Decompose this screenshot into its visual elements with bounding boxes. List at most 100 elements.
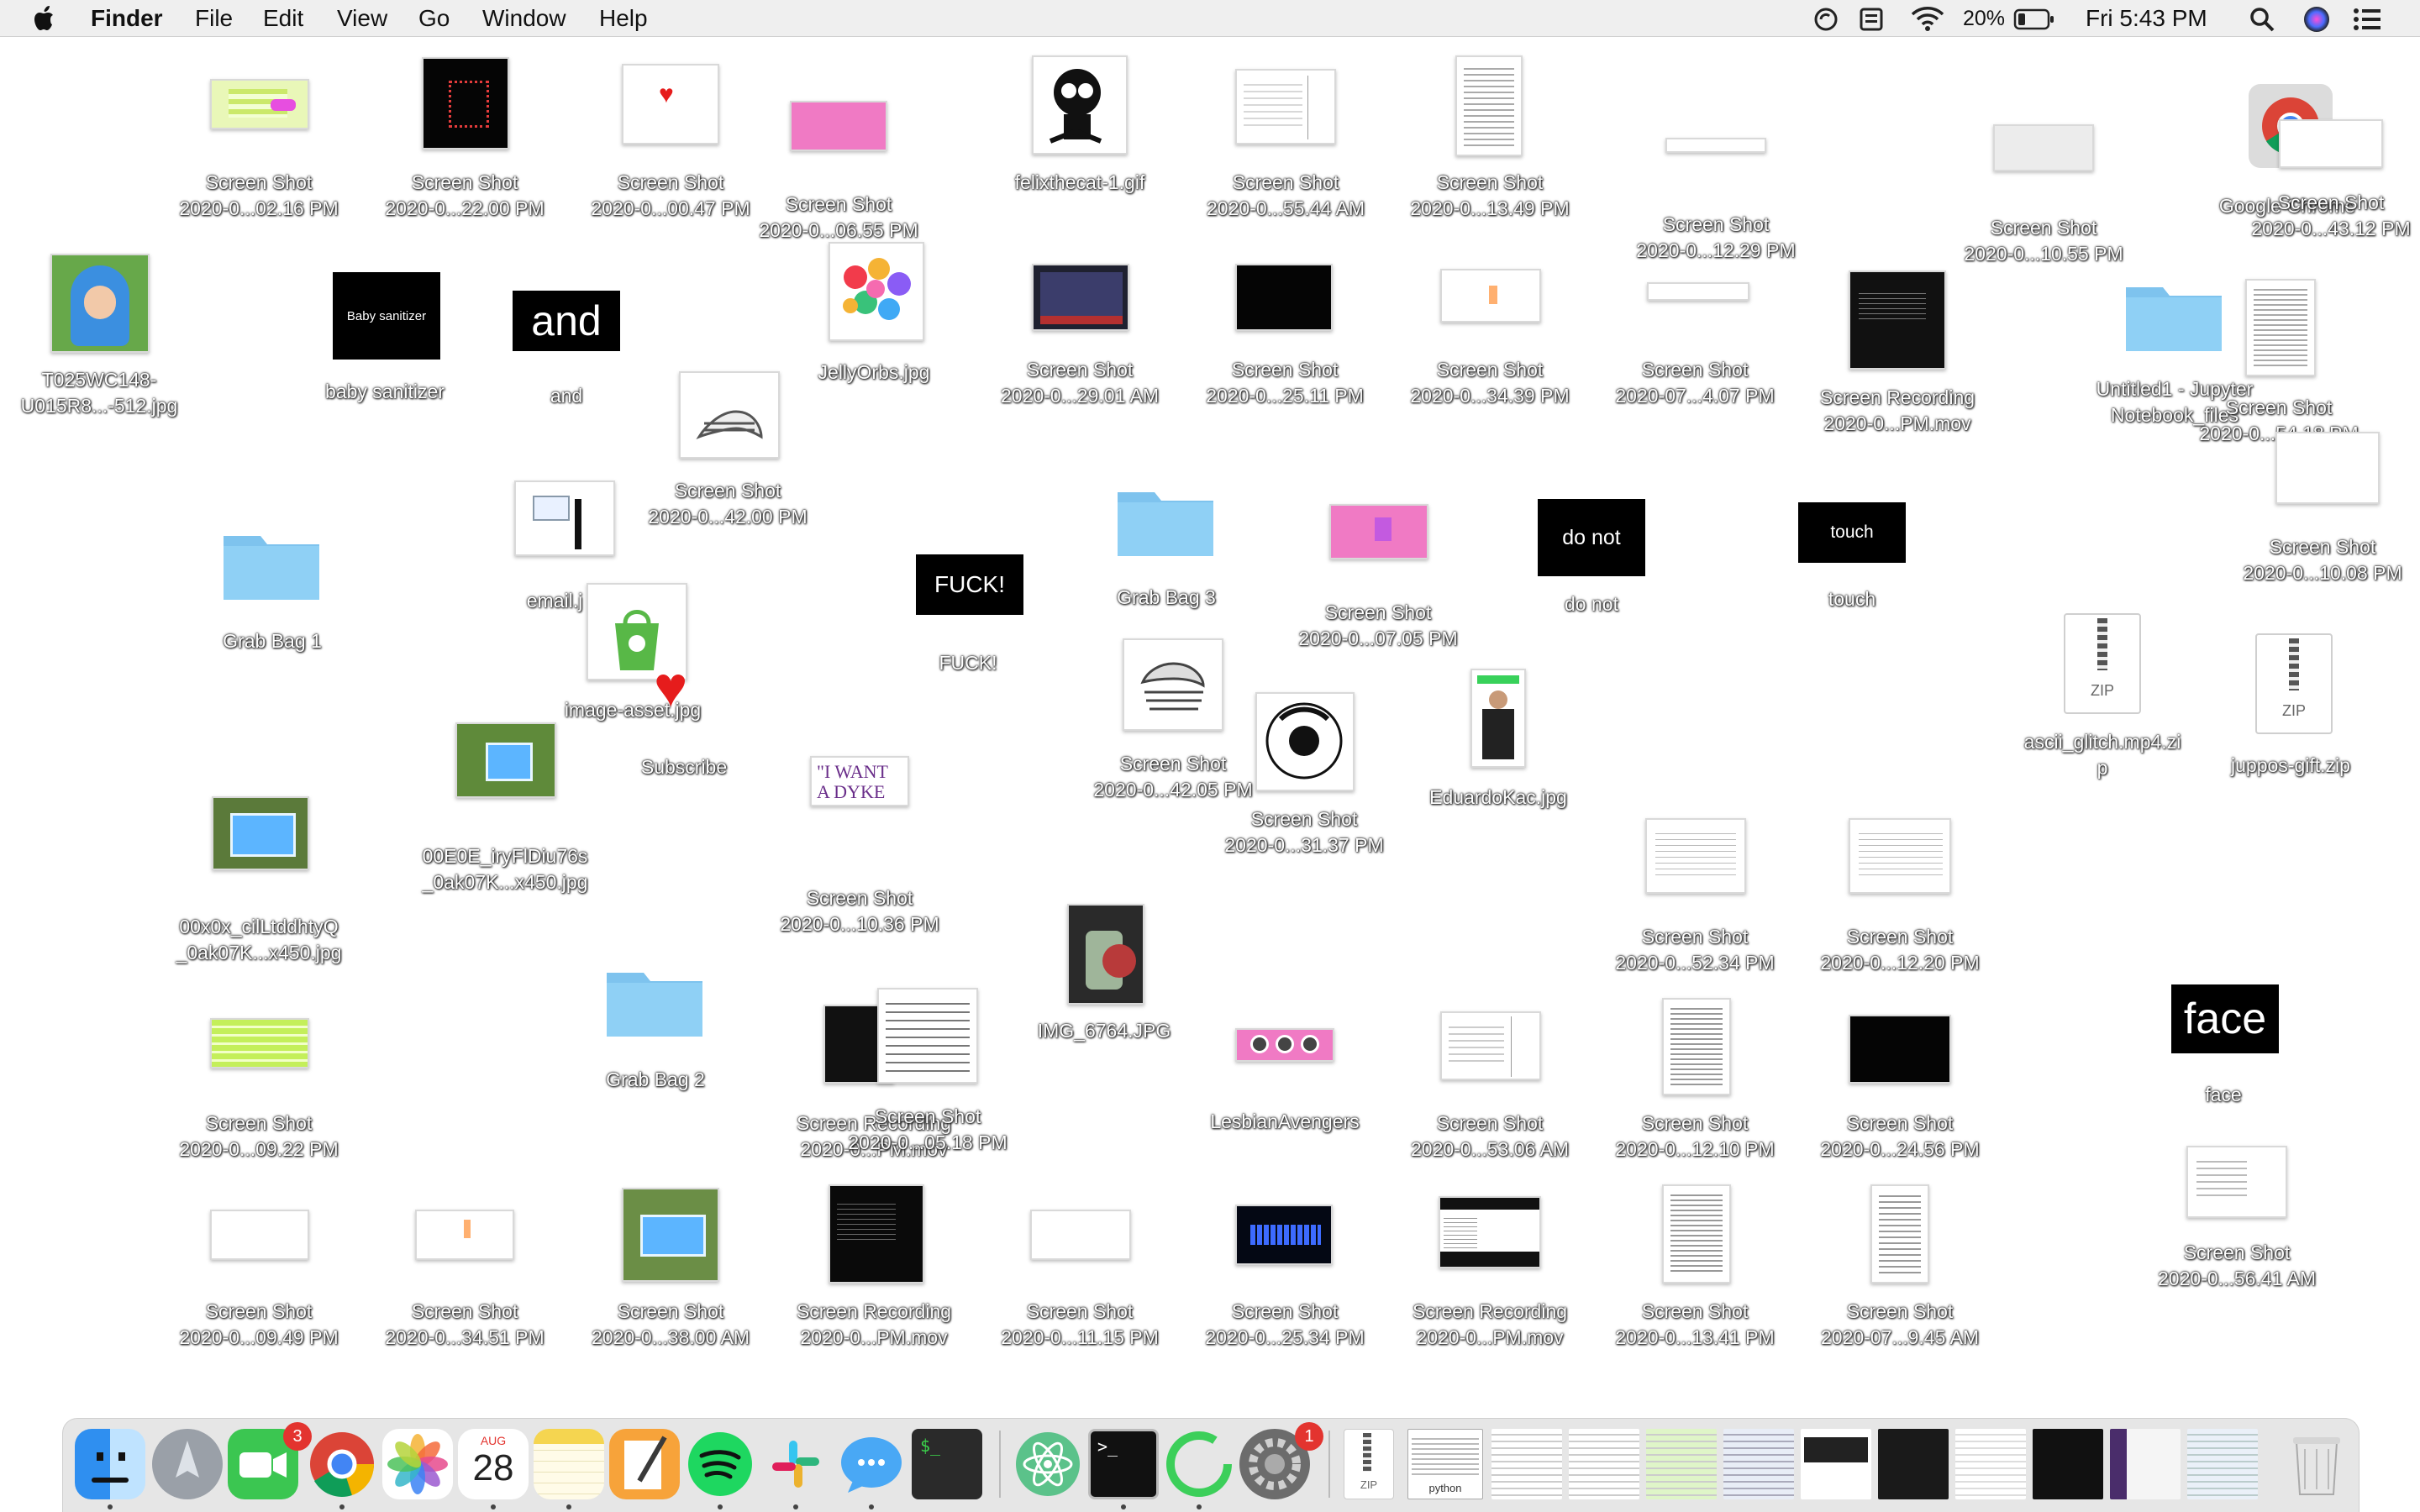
finder-dock-icon[interactable] <box>75 1429 145 1499</box>
spotify-dock-icon[interactable] <box>685 1429 755 1499</box>
thumbnail-icon[interactable] <box>1329 504 1428 559</box>
thumbnail-icon[interactable] <box>1993 124 2094 171</box>
thumbnail-icon[interactable]: ♥ <box>622 64 719 144</box>
atom-dock-icon[interactable] <box>1013 1429 1083 1499</box>
thumbnail-icon[interactable] <box>210 79 309 129</box>
face-thumbnail[interactable]: face <box>2171 984 2279 1053</box>
window-thumbnail[interactable] <box>2110 1429 2181 1499</box>
menu-edit[interactable]: Edit <box>263 5 303 32</box>
folder-icon[interactable] <box>2123 272 2227 360</box>
calendar-dock-icon[interactable]: AUG 28 <box>458 1429 529 1499</box>
apple-menu-icon[interactable] <box>34 5 57 38</box>
zip-stack-icon[interactable]: ZIP <box>1344 1429 1394 1499</box>
window-thumbnail[interactable] <box>1801 1429 1871 1499</box>
thumbnail-icon[interactable] <box>2245 279 2316 376</box>
window-thumbnail[interactable] <box>1569 1429 1639 1499</box>
zip-archive-icon[interactable]: ZIP <box>2064 613 2141 714</box>
trash-dock-icon[interactable] <box>2281 1429 2352 1499</box>
thumbnail-icon[interactable] <box>1665 138 1766 153</box>
thumbnail-icon[interactable] <box>1439 1196 1541 1268</box>
thumbnail-icon[interactable] <box>1440 269 1541 323</box>
window-thumbnail[interactable] <box>1646 1429 1717 1499</box>
messages-dock-icon[interactable] <box>836 1429 907 1499</box>
zip-archive-icon[interactable]: ZIP <box>2255 633 2333 734</box>
folder-icon[interactable] <box>603 958 708 1046</box>
i-want-a-dyke-thumbnail[interactable]: "I WANT A DYKE <box>810 756 909 806</box>
python-window-thumbnail[interactable]: python <box>1407 1429 1483 1499</box>
thumbnail-icon[interactable] <box>1455 55 1523 156</box>
app-menu-finder[interactable]: Finder <box>91 5 163 32</box>
battery-percent[interactable]: 20% <box>1963 5 2005 32</box>
thumbnail-icon[interactable] <box>50 254 150 353</box>
recorder-dock-icon[interactable] <box>1164 1429 1234 1499</box>
thumbnail-icon[interactable] <box>210 1210 309 1260</box>
menu-go[interactable]: Go <box>418 5 450 32</box>
fuck-thumbnail[interactable]: FUCK! <box>916 554 1023 615</box>
thumbnail-icon[interactable] <box>1470 669 1526 768</box>
and-thumbnail[interactable]: and <box>513 291 620 351</box>
thumbnail-icon[interactable] <box>1067 904 1144 1005</box>
baby-sanitizer-thumbnail[interactable]: Baby sanitizer <box>333 272 440 360</box>
window-thumbnail[interactable] <box>1491 1429 1562 1499</box>
thumbnail-icon[interactable] <box>1870 1184 1929 1284</box>
thumbnail-icon[interactable] <box>1647 282 1749 301</box>
terminal-green-dock-icon[interactable]: $_ <box>912 1429 982 1499</box>
menu-view[interactable]: View <box>337 5 387 32</box>
folder-icon[interactable] <box>1114 477 1218 565</box>
thumbnail-icon[interactable] <box>2186 1146 2287 1218</box>
launchpad-dock-icon[interactable] <box>152 1429 223 1499</box>
thumbnail-icon[interactable] <box>1662 998 1731 1095</box>
notification-center-icon[interactable] <box>2353 8 2381 35</box>
siri-icon[interactable] <box>2302 5 2331 38</box>
thumbnail-icon[interactable] <box>877 988 978 1084</box>
window-thumbnail[interactable] <box>2033 1429 2103 1499</box>
slack-dock-icon[interactable] <box>760 1429 831 1499</box>
menu-window[interactable]: Window <box>482 5 566 32</box>
thumbnail-icon[interactable] <box>829 1184 924 1284</box>
thumbnail-icon[interactable] <box>790 101 887 151</box>
terminal-dock-icon[interactable]: >_ <box>1088 1429 1159 1499</box>
thumbnail-icon[interactable] <box>1645 818 1746 894</box>
thumbnail-icon[interactable] <box>1849 270 1946 370</box>
battery-icon[interactable] <box>2013 8 2055 35</box>
photos-dock-icon[interactable] <box>382 1429 453 1499</box>
thumbnail-icon[interactable] <box>514 480 615 556</box>
thumbnail-icon[interactable] <box>1235 1205 1333 1265</box>
pages-dock-icon[interactable] <box>609 1429 680 1499</box>
thumbnail-icon[interactable] <box>1030 1210 1131 1260</box>
touch-thumbnail[interactable]: touch <box>1798 502 1906 563</box>
thumbnail-icon[interactable] <box>1123 638 1223 731</box>
thumbnail-icon[interactable] <box>679 371 780 459</box>
thumbnail-icon[interactable] <box>622 1188 719 1282</box>
thumbnail-icon[interactable] <box>1849 1015 1951 1084</box>
menu-help[interactable]: Help <box>599 5 648 32</box>
thumbnail-icon[interactable] <box>455 722 556 798</box>
thumbnail-icon[interactable] <box>1235 69 1336 144</box>
thumbnail-icon[interactable] <box>2279 119 2383 168</box>
window-thumbnail[interactable] <box>1723 1429 1794 1499</box>
menubar-clock[interactable]: Fri 5:43 PM <box>2086 5 2207 32</box>
thumbnail-icon[interactable] <box>829 242 924 341</box>
window-thumbnail[interactable] <box>1878 1429 1949 1499</box>
menu-file[interactable]: File <box>195 5 233 32</box>
control-strip-icon[interactable] <box>1859 7 1884 36</box>
wifi-icon[interactable] <box>1911 5 1944 36</box>
thumbnail-icon[interactable] <box>415 1210 514 1260</box>
thumbnail-icon[interactable] <box>422 57 509 150</box>
folder-icon[interactable] <box>220 521 324 609</box>
thumbnail-icon[interactable] <box>210 1018 309 1068</box>
thumbnail-icon[interactable] <box>1440 1011 1541 1080</box>
thumbnail-icon[interactable] <box>1032 264 1129 331</box>
sync-icon[interactable] <box>1813 7 1839 36</box>
thumbnail-icon[interactable] <box>2275 432 2380 504</box>
thumbnail-icon[interactable] <box>1235 1028 1334 1062</box>
thumbnail-icon[interactable] <box>1662 1184 1731 1284</box>
thumbnail-icon[interactable] <box>1032 55 1128 155</box>
thumbnail-icon[interactable] <box>1849 818 1951 894</box>
window-thumbnail[interactable] <box>1955 1429 2026 1499</box>
thumbnail-icon[interactable] <box>212 796 309 870</box>
do-not-thumbnail[interactable]: do not <box>1538 499 1645 576</box>
notes-dock-icon[interactable] <box>534 1429 604 1499</box>
thumbnail-icon[interactable] <box>1255 692 1355 791</box>
thumbnail-icon[interactable] <box>1235 264 1333 331</box>
